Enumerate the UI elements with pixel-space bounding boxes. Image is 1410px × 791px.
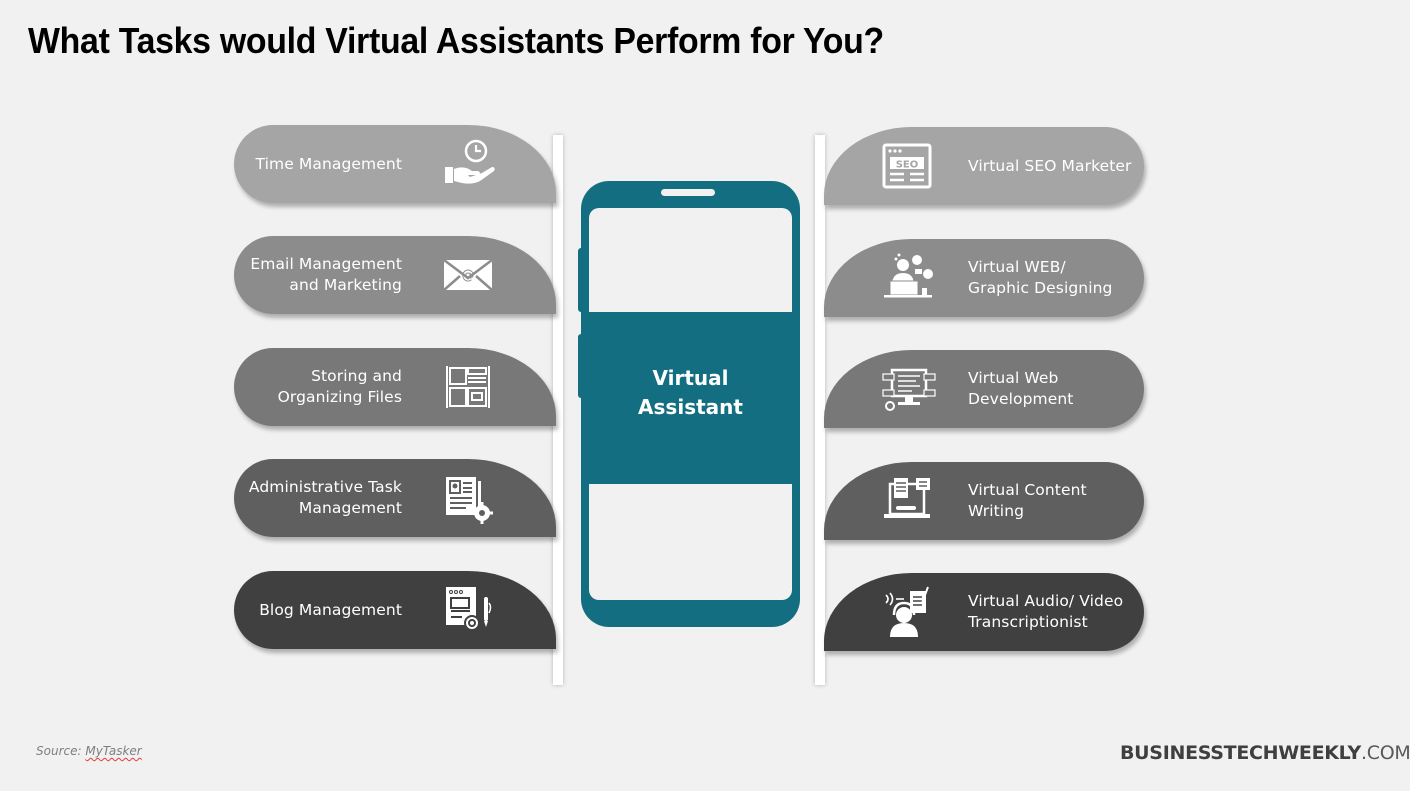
task-label: Time Management [255, 154, 402, 173]
task-pill-administrative: Administrative Task Management [234, 459, 556, 537]
task-pill-web-graphic-design: Virtual WEB/ Graphic Designing [824, 239, 1144, 317]
center-label: Virtual Assistant [638, 366, 743, 419]
phone-speaker [661, 189, 715, 196]
task-label: Virtual Web Development [968, 369, 1074, 408]
source-prefix: Source: [36, 744, 86, 758]
seo-browser-icon: SEO [882, 143, 932, 189]
task-pill-content-writing: Virtual Content Writing [824, 462, 1144, 540]
task-label: Virtual SEO Marketer [968, 156, 1132, 175]
source-credit: Source: MyTasker [36, 744, 142, 758]
brand-logo: BUSINESSTECHWEEKLY.COM [1120, 742, 1410, 764]
svg-text:@: @ [462, 268, 475, 283]
svg-text:SEO: SEO [896, 160, 919, 171]
content-writing-laptop-icon [884, 478, 930, 518]
task-pill-time-management: Time Management [234, 125, 556, 203]
task-pill-storing-files: Storing and Organizing Files [234, 348, 556, 426]
task-label: Virtual Content Writing [968, 481, 1087, 520]
task-label: Blog Management [259, 600, 402, 619]
phone-graphic: Virtual Assistant [578, 181, 800, 627]
page-title: What Tasks would Virtual Assistants Perf… [28, 20, 884, 61]
document-gear-icon [446, 477, 493, 524]
clock-hand-icon [445, 139, 495, 184]
task-pill-email-management: Email Management and Marketing @ [234, 236, 556, 314]
designer-laptop-icon [884, 253, 933, 298]
task-pill-transcriptionist: Virtual Audio/ Video Transcriptionist [824, 573, 1144, 651]
brand-name: BUSINESSTECHWEEKLY [1120, 742, 1361, 764]
blog-gear-pen-icon [446, 587, 492, 631]
file-cabinet-icon [446, 366, 490, 408]
task-pill-web-development: Virtual Web Development [824, 350, 1144, 428]
task-label: Storing and Organizing Files [277, 367, 402, 406]
source-name: MyTasker [85, 744, 142, 758]
transcriptionist-headset-icon [885, 586, 929, 637]
phone-screen-bottom [589, 484, 792, 600]
brand-domain: .COM [1361, 742, 1410, 764]
task-label: Administrative Task Management [248, 478, 402, 517]
envelope-at-icon: @ [443, 259, 493, 291]
task-label: Email Management and Marketing [250, 255, 402, 294]
web-dev-monitor-icon [882, 368, 936, 411]
task-pill-seo-marketer: SEO Virtual SEO Marketer [824, 127, 1144, 205]
task-label: Virtual Audio/ Video Transcriptionist [968, 592, 1124, 631]
phone-screen-top [589, 208, 792, 312]
task-pill-blog-management: Blog Management [234, 571, 556, 649]
task-label: Virtual WEB/ Graphic Designing [968, 258, 1113, 297]
phone-side-button [578, 248, 584, 312]
